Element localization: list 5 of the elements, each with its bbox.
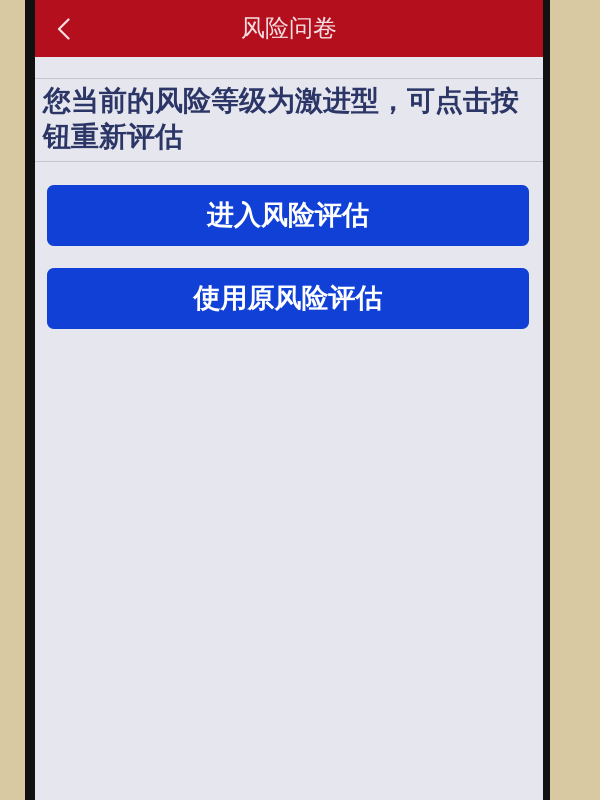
- action-button[interactable]: 使用原风险评估: [47, 268, 529, 329]
- back-icon[interactable]: [57, 18, 70, 40]
- action-button[interactable]: 进入风险评估: [47, 185, 529, 246]
- page-title: 风险问卷: [241, 16, 337, 40]
- message-text: 您当前的风险等级为激进型，可点击按钮重新评估: [43, 84, 520, 154]
